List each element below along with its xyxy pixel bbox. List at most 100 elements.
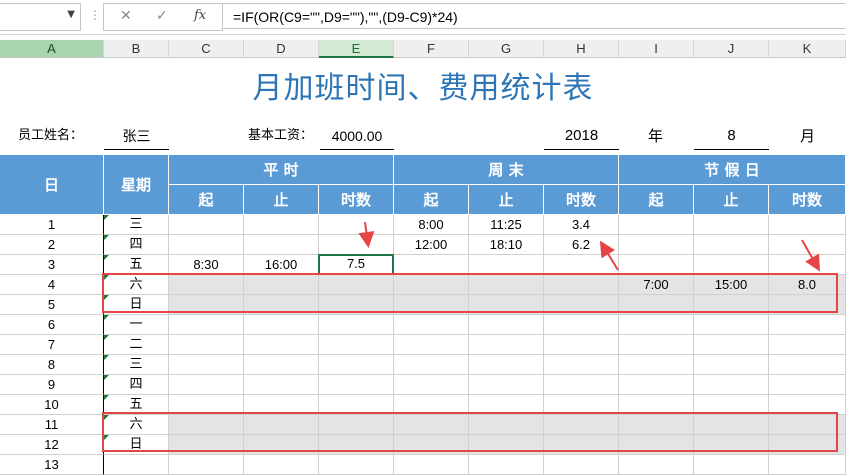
cell-C10[interactable]: [169, 395, 244, 415]
year-value[interactable]: 2018: [544, 122, 619, 150]
cell-G7[interactable]: [469, 335, 544, 355]
formula-input[interactable]: =IF(OR(C9="",D9=""),"",(D9-C9)*24): [222, 3, 846, 29]
cell-J8[interactable]: [694, 355, 769, 375]
cell-G9[interactable]: [469, 375, 544, 395]
cell-K2[interactable]: [769, 235, 846, 255]
weekday-cell[interactable]: [104, 455, 169, 475]
weekday-cell[interactable]: 四: [104, 235, 169, 255]
cell-F8[interactable]: [394, 355, 469, 375]
column-header-i[interactable]: I: [619, 40, 694, 58]
cell-J9[interactable]: [694, 375, 769, 395]
day-cell[interactable]: 11: [0, 415, 104, 435]
cell-K9[interactable]: [769, 375, 846, 395]
cell-K7[interactable]: [769, 335, 846, 355]
weekday-cell[interactable]: 二: [104, 335, 169, 355]
cell-C6[interactable]: [169, 315, 244, 335]
cell-K13[interactable]: [769, 455, 846, 475]
cell-D6[interactable]: [244, 315, 319, 335]
cell-D13[interactable]: [244, 455, 319, 475]
cell-K8[interactable]: [769, 355, 846, 375]
cell-I11[interactable]: [619, 415, 694, 435]
cell-I12[interactable]: [619, 435, 694, 455]
cell-I6[interactable]: [619, 315, 694, 335]
cell-K10[interactable]: [769, 395, 846, 415]
cell-H13[interactable]: [544, 455, 619, 475]
cell-F9[interactable]: [394, 375, 469, 395]
cell-C12[interactable]: [169, 435, 244, 455]
cell-F7[interactable]: [394, 335, 469, 355]
day-cell[interactable]: 1: [0, 215, 104, 235]
cell-G8[interactable]: [469, 355, 544, 375]
weekday-cell[interactable]: 三: [104, 215, 169, 235]
cell-D2[interactable]: [244, 235, 319, 255]
column-header-b[interactable]: B: [104, 40, 169, 58]
cell-J1[interactable]: [694, 215, 769, 235]
cell-D11[interactable]: [244, 415, 319, 435]
cell-E2[interactable]: [319, 235, 394, 255]
insert-function-icon[interactable]: fx: [194, 8, 206, 23]
cell-E8[interactable]: [319, 355, 394, 375]
cell-J10[interactable]: [694, 395, 769, 415]
cell-I10[interactable]: [619, 395, 694, 415]
weekday-cell[interactable]: 三: [104, 355, 169, 375]
cell-E1[interactable]: [319, 215, 394, 235]
cell-C7[interactable]: [169, 335, 244, 355]
cell-D12[interactable]: [244, 435, 319, 455]
cell-I13[interactable]: [619, 455, 694, 475]
column-header-d[interactable]: D: [244, 40, 319, 58]
cell-K4[interactable]: 8.0: [769, 275, 846, 295]
cell-D9[interactable]: [244, 375, 319, 395]
day-cell[interactable]: 8: [0, 355, 104, 375]
cell-F4[interactable]: [394, 275, 469, 295]
day-cell[interactable]: 7: [0, 335, 104, 355]
cell-J11[interactable]: [694, 415, 769, 435]
cell-G13[interactable]: [469, 455, 544, 475]
cell-D5[interactable]: [244, 295, 319, 315]
month-value[interactable]: 8: [694, 122, 769, 150]
cell-D4[interactable]: [244, 275, 319, 295]
cell-E11[interactable]: [319, 415, 394, 435]
cell-G11[interactable]: [469, 415, 544, 435]
cell-H1[interactable]: 3.4: [544, 215, 619, 235]
cell-J2[interactable]: [694, 235, 769, 255]
salary-value[interactable]: 4000.00: [320, 122, 394, 150]
cell-G4[interactable]: [469, 275, 544, 295]
cell-C2[interactable]: [169, 235, 244, 255]
cell-C1[interactable]: [169, 215, 244, 235]
cell-H11[interactable]: [544, 415, 619, 435]
column-header-h[interactable]: H: [544, 40, 619, 58]
cell-J4[interactable]: 15:00: [694, 275, 769, 295]
column-header-e[interactable]: E: [319, 40, 394, 58]
cell-H9[interactable]: [544, 375, 619, 395]
cell-I4[interactable]: 7:00: [619, 275, 694, 295]
cell-E10[interactable]: [319, 395, 394, 415]
cell-E3[interactable]: 7.5: [318, 254, 394, 275]
cell-D1[interactable]: [244, 215, 319, 235]
cell-I7[interactable]: [619, 335, 694, 355]
column-header-c[interactable]: C: [169, 40, 244, 58]
cell-H2[interactable]: 6.2: [544, 235, 619, 255]
day-cell[interactable]: 6: [0, 315, 104, 335]
weekday-cell[interactable]: 五: [104, 255, 169, 275]
day-cell[interactable]: 5: [0, 295, 104, 315]
cell-J12[interactable]: [694, 435, 769, 455]
day-cell[interactable]: 12: [0, 435, 104, 455]
cell-E12[interactable]: [319, 435, 394, 455]
cell-K11[interactable]: [769, 415, 846, 435]
column-header-f[interactable]: F: [394, 40, 469, 58]
weekday-cell[interactable]: 一: [104, 315, 169, 335]
day-cell[interactable]: 13: [0, 455, 104, 475]
weekday-cell[interactable]: 日: [104, 435, 169, 455]
column-header-g[interactable]: G: [469, 40, 544, 58]
cell-G3[interactable]: [469, 255, 544, 275]
day-cell[interactable]: 10: [0, 395, 104, 415]
cell-D8[interactable]: [244, 355, 319, 375]
cell-I3[interactable]: [619, 255, 694, 275]
cell-H4[interactable]: [544, 275, 619, 295]
cell-F13[interactable]: [394, 455, 469, 475]
weekday-cell[interactable]: 六: [104, 275, 169, 295]
day-cell[interactable]: 4: [0, 275, 104, 295]
cell-H6[interactable]: [544, 315, 619, 335]
day-cell[interactable]: 3: [0, 255, 104, 275]
cell-C11[interactable]: [169, 415, 244, 435]
